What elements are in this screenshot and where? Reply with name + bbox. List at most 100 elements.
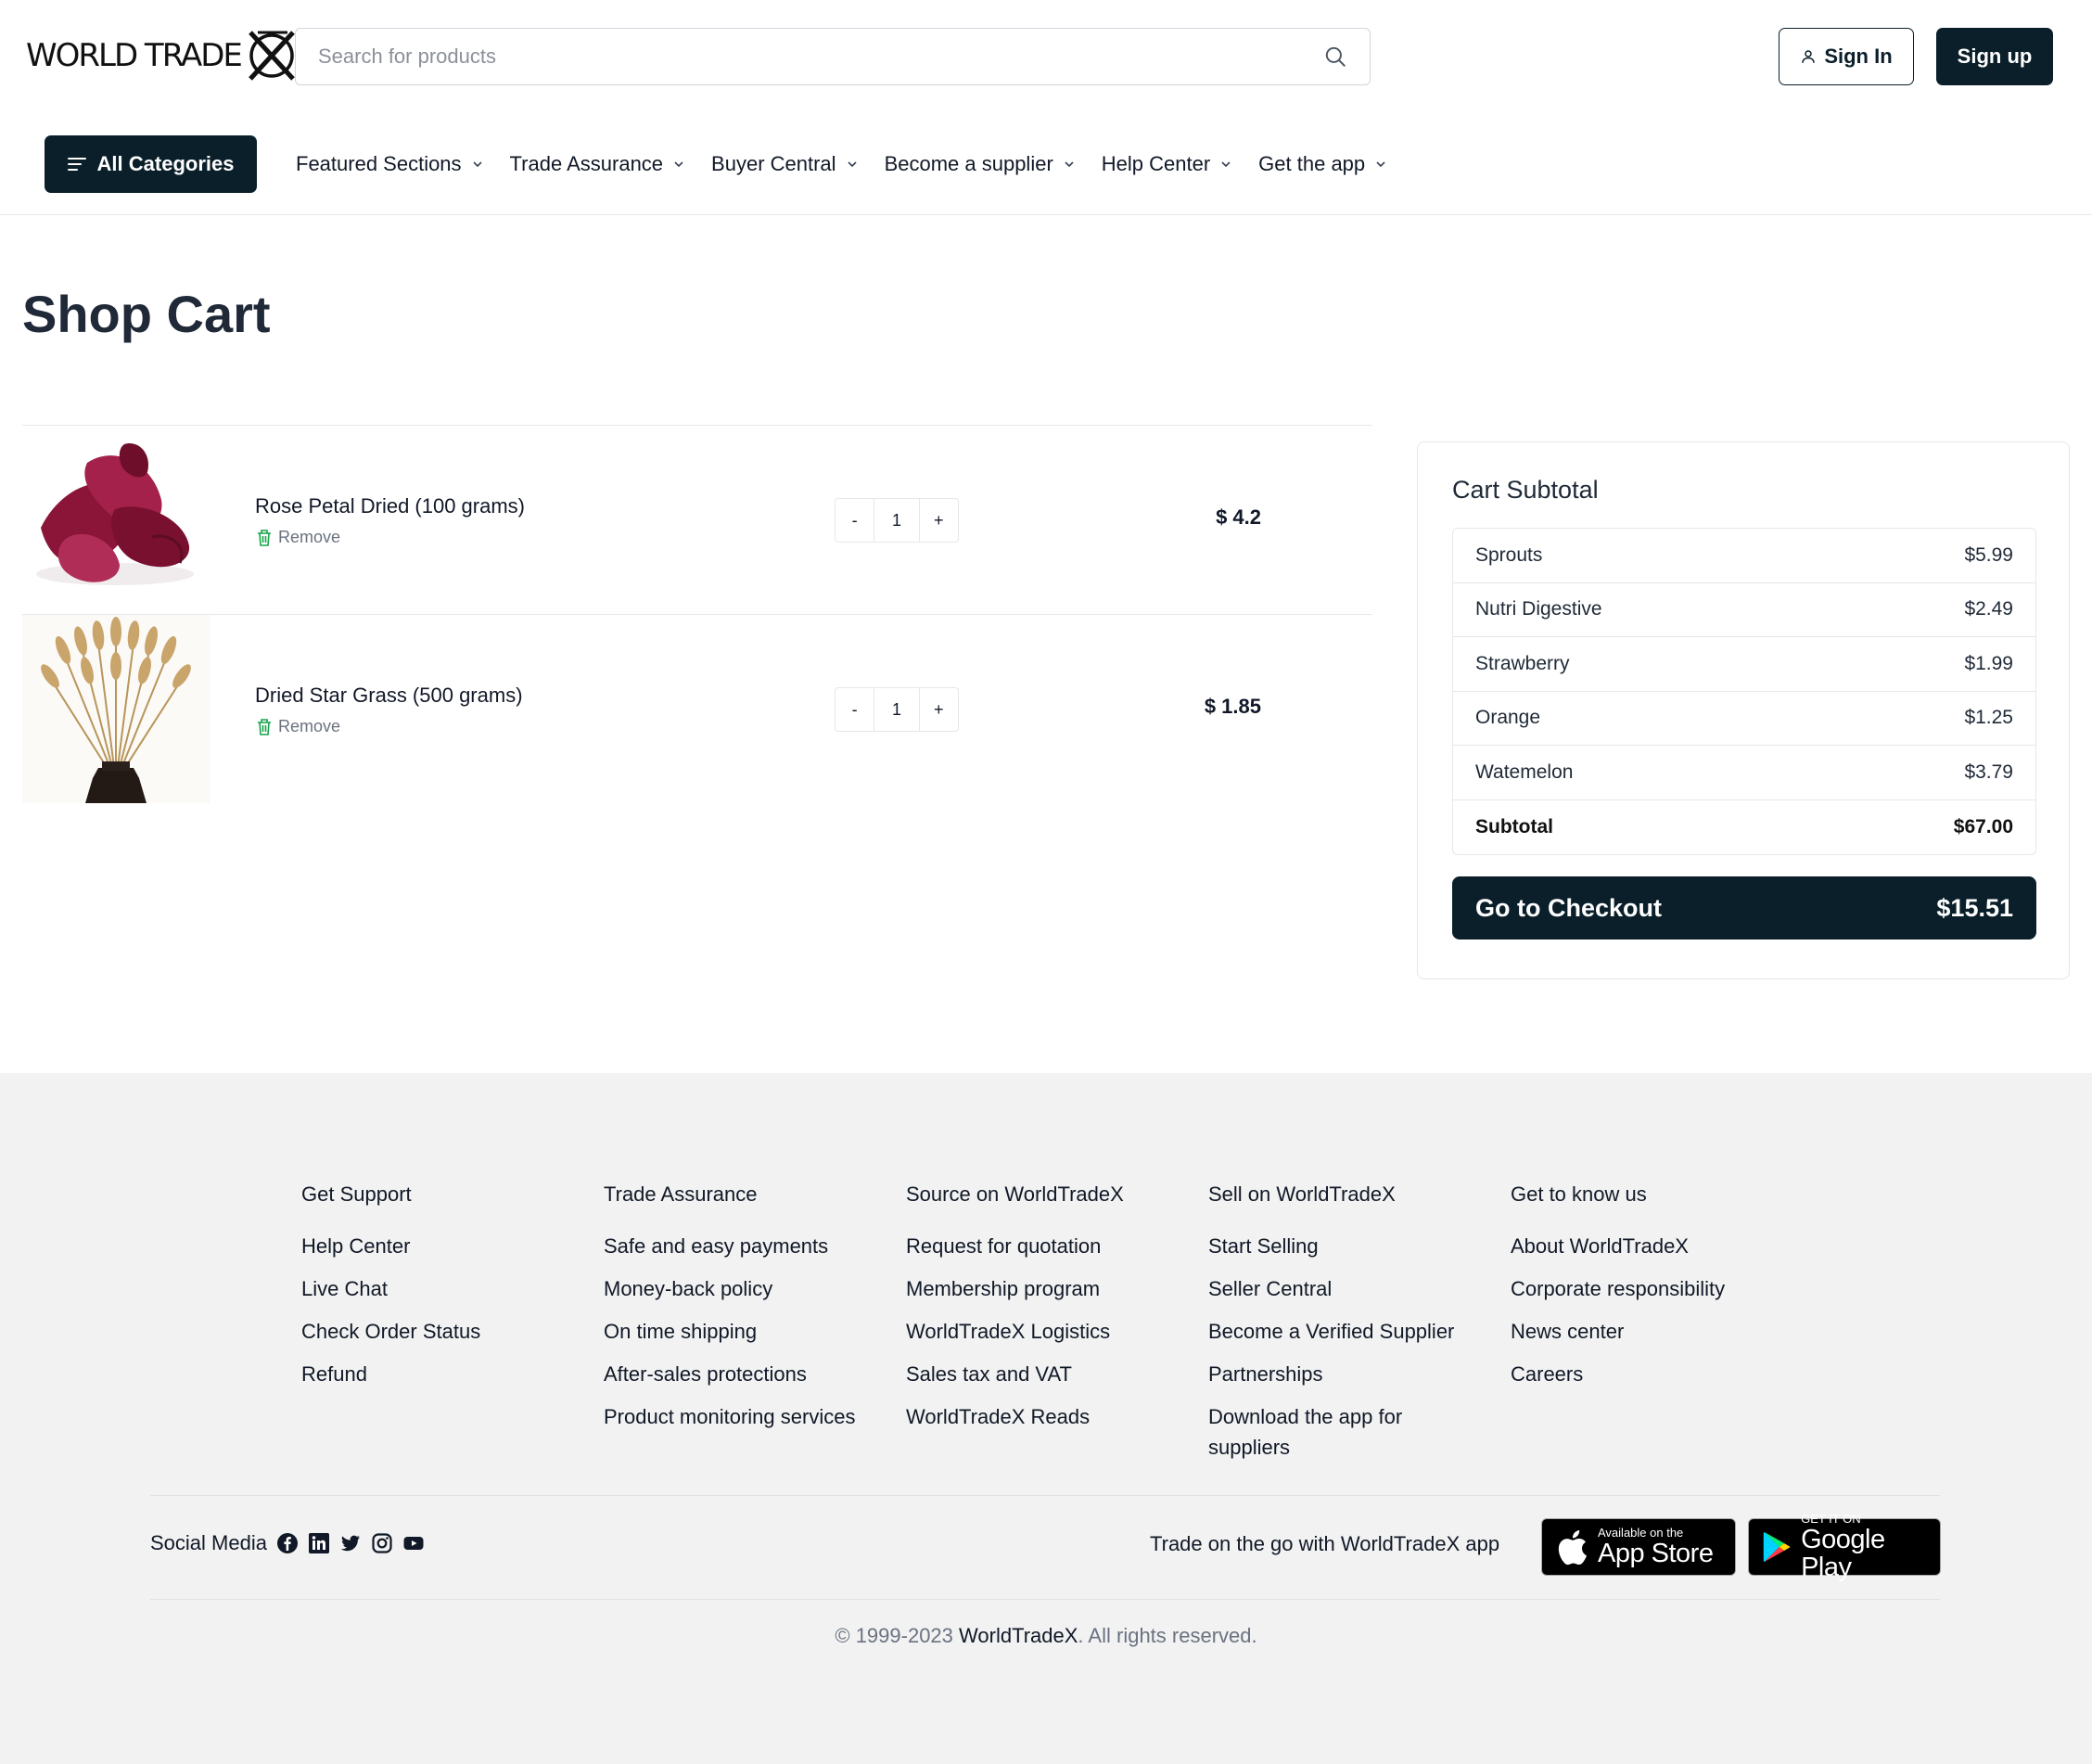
chevron-down-icon: [674, 161, 683, 168]
qty-increase-button[interactable]: +: [920, 499, 958, 542]
user-icon: [1802, 50, 1816, 63]
subtotal-total-label: Subtotal: [1475, 815, 1553, 837]
logo[interactable]: WORLD TRADE: [26, 26, 299, 85]
trash-icon: [258, 529, 271, 546]
qty-increase-button[interactable]: +: [920, 688, 958, 731]
google-play-badge[interactable]: GET IT ON Google Play: [1748, 1513, 1941, 1581]
copyright-brand-link[interactable]: WorldTradeX: [959, 1624, 1078, 1647]
footer-link[interactable]: Check Order Status: [301, 1316, 589, 1347]
chevron-down-icon: [847, 161, 857, 168]
subtotal-row-value: $1.25: [1964, 707, 2013, 729]
sign-in-button[interactable]: Sign In: [1779, 28, 1914, 85]
chevron-down-icon: [472, 161, 482, 168]
copyright: © 1999-2023 WorldTradeX. All rights rese…: [0, 1624, 2092, 1648]
all-categories-button[interactable]: All Categories: [45, 135, 257, 193]
copyright-suffix: . All rights reserved.: [1078, 1624, 1257, 1647]
quantity-stepper: - 1 +: [835, 498, 959, 543]
all-categories-label: All Categories: [96, 152, 235, 175]
nav-label: Featured Sections: [296, 152, 462, 175]
googleplay-small-text: GET IT ON: [1801, 1512, 1861, 1526]
footer-link[interactable]: Become a Verified Supplier: [1208, 1316, 1486, 1347]
footer-link[interactable]: On time shipping: [604, 1316, 891, 1347]
footer-link[interactable]: Partnerships: [1208, 1359, 1486, 1389]
footer-link[interactable]: Refund: [301, 1359, 589, 1389]
cart-subtotal-card: Cart Subtotal Sprouts $5.99 Nutri Digest…: [1417, 441, 2070, 979]
remove-button[interactable]: Remove: [256, 528, 340, 547]
app-store-badge[interactable]: Available on the App Store: [1541, 1518, 1736, 1576]
footer-link[interactable]: Live Chat: [301, 1273, 589, 1304]
subtotal-row-value: $3.79: [1964, 761, 2013, 783]
nav-featured-sections[interactable]: Featured Sections: [296, 152, 484, 176]
remove-label: Remove: [278, 717, 341, 735]
search-input[interactable]: [318, 45, 1323, 69]
cart-item-row: Dried Star Grass (500 grams) Remove - 1 …: [22, 615, 1372, 804]
product-name[interactable]: Rose Petal Dried (100 grams): [255, 494, 525, 518]
instagram-icon[interactable]: [371, 1532, 393, 1554]
footer-column-trade-assurance: Trade Assurance Safe and easy payments M…: [604, 1182, 891, 1444]
product-image-rose-petal[interactable]: [22, 426, 210, 614]
footer-link[interactable]: Start Selling: [1208, 1231, 1486, 1261]
product-image-star-grass[interactable]: [22, 615, 210, 803]
footer-column-title: Get Support: [301, 1182, 412, 1206]
footer-link[interactable]: News center: [1511, 1316, 1798, 1347]
subtotal-row-value: $5.99: [1964, 543, 2013, 566]
qty-decrease-button[interactable]: -: [836, 688, 874, 731]
footer-link[interactable]: Safe and easy payments: [604, 1231, 891, 1261]
checkout-button[interactable]: Go to Checkout $15.51: [1452, 876, 2036, 940]
subtotal-row-label: Strawberry: [1475, 652, 1570, 674]
nav-get-the-app[interactable]: Get the app: [1258, 152, 1387, 176]
footer-link[interactable]: Membership program: [906, 1273, 1193, 1304]
qty-value[interactable]: 1: [874, 499, 920, 542]
footer-link[interactable]: Product monitoring services: [604, 1401, 891, 1432]
product-name[interactable]: Dried Star Grass (500 grams): [255, 684, 523, 708]
footer-link[interactable]: Sales tax and VAT: [906, 1359, 1193, 1389]
twitter-icon[interactable]: [339, 1532, 362, 1554]
linkedin-icon[interactable]: [308, 1532, 330, 1554]
subtotal-row-label: Orange: [1475, 707, 1541, 729]
search-icon[interactable]: [1323, 45, 1347, 69]
sign-up-label: Sign up: [1957, 45, 2033, 68]
nav-label: Buyer Central: [711, 152, 836, 175]
checkout-total: $15.51: [1936, 893, 2013, 922]
qty-decrease-button[interactable]: -: [836, 499, 874, 542]
social-media: Social Media: [150, 1525, 425, 1562]
site-footer: Get Support Help Center Live Chat Check …: [0, 1073, 2092, 1764]
cart-subtotal-title: Cart Subtotal: [1452, 476, 1599, 504]
copyright-prefix: © 1999-2023: [835, 1624, 960, 1647]
footer-link[interactable]: Corporate responsibility: [1511, 1273, 1798, 1304]
qty-value[interactable]: 1: [874, 688, 920, 731]
nav-label: Trade Assurance: [509, 152, 664, 175]
footer-link[interactable]: WorldTradeX Reads: [906, 1401, 1193, 1432]
footer-link[interactable]: After-sales protections: [604, 1359, 891, 1389]
subtotal-row-label: Sprouts: [1475, 543, 1543, 566]
subtotal-row: Nutri Digestive $2.49: [1453, 583, 2035, 637]
footer-link[interactable]: WorldTradeX Logistics: [906, 1316, 1193, 1347]
page-title: Shop Cart: [22, 285, 271, 343]
footer-link[interactable]: Seller Central: [1208, 1273, 1486, 1304]
footer-divider: [150, 1495, 1940, 1496]
nav-help-center[interactable]: Help Center: [1102, 152, 1232, 176]
footer-column-title: Trade Assurance: [604, 1182, 758, 1206]
apple-icon: [1558, 1530, 1587, 1566]
quantity-stepper: - 1 +: [835, 687, 959, 732]
footer-link[interactable]: Download the app for suppliers: [1208, 1401, 1486, 1463]
nav-trade-assurance[interactable]: Trade Assurance: [510, 152, 686, 176]
footer-link[interactable]: Help Center: [301, 1231, 589, 1261]
footer-link[interactable]: Money-back policy: [604, 1273, 891, 1304]
footer-link[interactable]: Careers: [1511, 1359, 1798, 1389]
footer-divider: [150, 1599, 1940, 1600]
nav-buyer-central[interactable]: Buyer Central: [711, 152, 859, 176]
logo-text: WORLD TRADE: [26, 37, 243, 74]
main-nav: Featured Sections Trade Assurance Buyer …: [296, 135, 1413, 193]
footer-link[interactable]: About WorldTradeX: [1511, 1231, 1798, 1261]
subtotal-row: Strawberry $1.99: [1453, 637, 2035, 692]
footer-column-title: Sell on WorldTradeX: [1208, 1182, 1396, 1206]
nav-become-supplier[interactable]: Become a supplier: [885, 152, 1076, 176]
chevron-down-icon: [1376, 161, 1385, 168]
remove-button[interactable]: Remove: [256, 717, 340, 736]
footer-link[interactable]: Request for quotation: [906, 1231, 1193, 1261]
subtotal-row: Orange $1.25: [1453, 692, 2035, 746]
facebook-icon[interactable]: [276, 1532, 299, 1554]
youtube-icon[interactable]: [402, 1532, 425, 1554]
sign-up-button[interactable]: Sign up: [1936, 28, 2053, 85]
